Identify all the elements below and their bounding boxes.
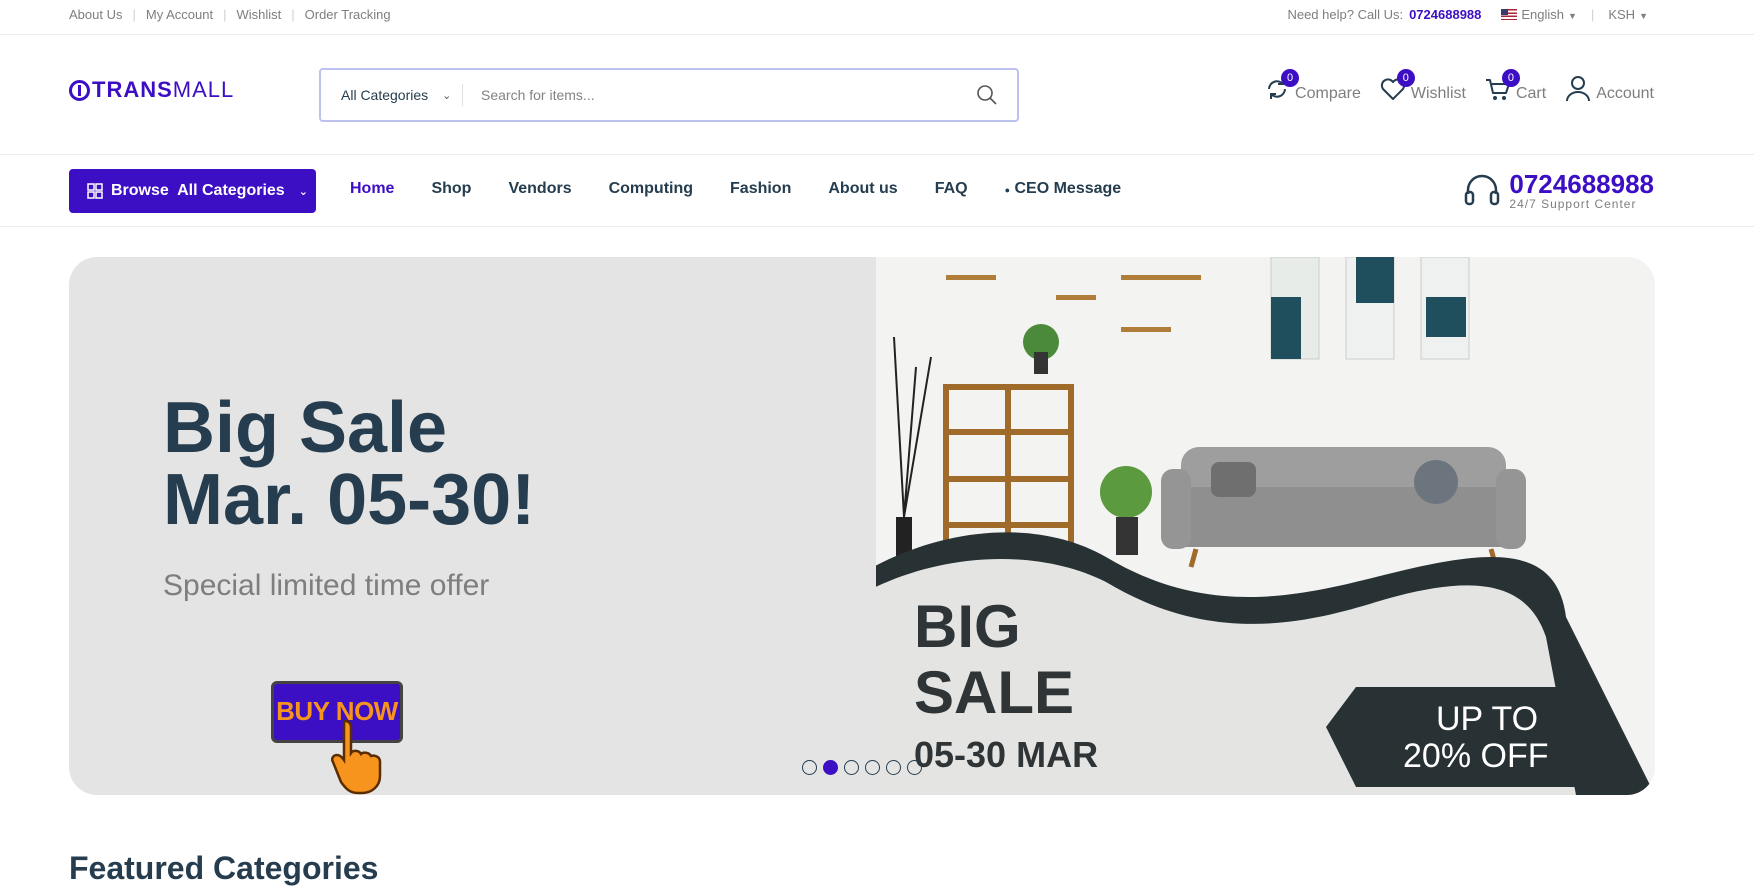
hero-title-line-2: Mar. 05-30! — [163, 460, 536, 540]
chevron-down-icon: ⌄ — [442, 89, 452, 102]
search-input[interactable] — [481, 87, 975, 103]
hero-title: Big Sale Mar. 05-30! — [163, 392, 535, 536]
about-us-link[interactable]: About Us — [69, 7, 122, 22]
account-label: Account — [1596, 85, 1654, 102]
cart-button[interactable]: 0 Cart — [1484, 69, 1547, 103]
support-subtitle: 24/7 Support Center — [1509, 197, 1637, 211]
compare-button[interactable]: 0 Compare — [1263, 69, 1361, 103]
top-links: About Us | My Account | Wishlist | Order Tr… — [69, 7, 391, 22]
hero-slider: Big Sale Mar. 05-30! Special limited tim… — [69, 257, 1655, 795]
header-actions: 0 Compare 0 Wishlist 0 Cart Account — [1245, 69, 1654, 103]
wishlist-link[interactable]: Wishlist — [236, 7, 281, 22]
logo-mark-icon — [69, 79, 90, 101]
support-center: 0724688988 24/7 Support Center — [1463, 171, 1654, 211]
slider-dot-3[interactable] — [844, 760, 859, 775]
main-nav: Browse All Categories ⌄ Home Shop Vendor… — [0, 155, 1754, 227]
account-button[interactable]: Account — [1564, 75, 1654, 103]
chevron-down-icon: ⌄ — [298, 185, 308, 198]
banner-big-text: BIG — [914, 593, 1021, 660]
nav-item-computing[interactable]: Computing — [609, 180, 693, 198]
nav-item-home[interactable]: Home — [350, 180, 394, 198]
help-label: Need help? Call Us: — [1287, 7, 1404, 22]
nav-item-vendors[interactable]: Vendors — [508, 180, 571, 198]
slider-dot-2[interactable] — [823, 760, 838, 775]
category-select-label: All Categories — [341, 87, 429, 103]
nav-item-ceo-message[interactable]: ● CEO Message — [1005, 180, 1122, 198]
cart-label: Cart — [1515, 85, 1547, 102]
slider-dots — [802, 760, 928, 775]
support-phone[interactable]: 0724688988 — [1509, 171, 1654, 197]
logo-text-light: MALL — [172, 77, 235, 102]
wishlist-button[interactable]: 0 Wishlist — [1379, 69, 1466, 103]
slider-dot-1[interactable] — [802, 760, 817, 775]
help-phone[interactable]: 0724688988 — [1409, 7, 1481, 22]
hero-subtitle: Special limited time offer — [163, 569, 490, 602]
living-room-illustration: BIG SALE 05-30 MAR UP TO 20% OFF — [876, 257, 1655, 795]
hero-title-line-1: Big Sale — [163, 388, 448, 468]
language-label: English — [1521, 7, 1565, 22]
cart-count-badge: 0 — [1501, 69, 1520, 87]
nav-item-ceo-message-label: CEO Message — [1014, 180, 1122, 197]
grid-icon — [87, 183, 103, 199]
slider-dot-5[interactable] — [886, 760, 901, 775]
headset-icon — [1465, 174, 1500, 206]
banner-tag-line-2: 20% OFF — [1403, 737, 1548, 775]
user-icon — [1566, 76, 1591, 102]
my-account-link[interactable]: My Account — [146, 7, 213, 22]
search-icon[interactable] — [975, 83, 999, 107]
order-tracking-link[interactable]: Order Tracking — [305, 7, 391, 22]
browse-categories-button[interactable]: Browse All Categories ⌄ — [69, 169, 316, 213]
slider-dot-4[interactable] — [865, 760, 880, 775]
slider-dot-6[interactable] — [907, 760, 922, 775]
header: TRANSMALL All Categories ⌄ 0 Compare — [0, 35, 1754, 155]
compare-label: Compare — [1295, 85, 1361, 102]
banner-tag-line-1: UP TO — [1436, 700, 1538, 738]
logo-text-bold: TRANS — [92, 77, 173, 102]
top-right: Need help? Call Us: 0724688988 English ▼ … — [1287, 7, 1648, 22]
language-select[interactable]: English ▼ — [1521, 7, 1577, 22]
us-flag-icon — [1501, 9, 1518, 20]
wishlist-count-badge: 0 — [1396, 69, 1415, 87]
currency-select[interactable]: KSH ▼ — [1608, 7, 1648, 22]
top-bar: About Us | My Account | Wishlist | Order Tr… — [0, 0, 1754, 35]
nav-item-faq[interactable]: FAQ — [935, 180, 968, 198]
chevron-down-icon: ▼ — [1568, 11, 1577, 21]
nav-item-shop[interactable]: Shop — [431, 180, 471, 198]
pointer-hand-icon — [331, 719, 382, 795]
logo[interactable]: TRANS MALL — [69, 77, 234, 103]
chevron-down-icon: ▼ — [1639, 11, 1648, 21]
wishlist-label: Wishlist — [1410, 85, 1466, 102]
search-bar: All Categories ⌄ — [319, 68, 1019, 122]
nav-item-about-us[interactable]: About us — [828, 180, 897, 198]
nav-menu: Home Shop Vendors Computing Fashion Abou… — [350, 180, 1158, 198]
compare-count-badge: 0 — [1281, 69, 1300, 87]
support-text: 0724688988 24/7 Support Center — [1509, 171, 1654, 211]
currency-label: KSH — [1608, 7, 1636, 22]
banner-sale-text: SALE — [914, 659, 1074, 726]
featured-categories-title: Featured Categories — [69, 850, 379, 886]
hero-banner-image: BIG SALE 05-30 MAR UP TO 20% OFF — [876, 257, 1655, 795]
banner-dates-text: 05-30 MAR — [914, 734, 1098, 775]
nav-item-fashion[interactable]: Fashion — [730, 180, 791, 198]
bullet-icon: ● — [1004, 185, 1011, 195]
browse-label: Browse All Categories — [111, 182, 285, 199]
category-select[interactable]: All Categories ⌄ — [321, 84, 463, 106]
